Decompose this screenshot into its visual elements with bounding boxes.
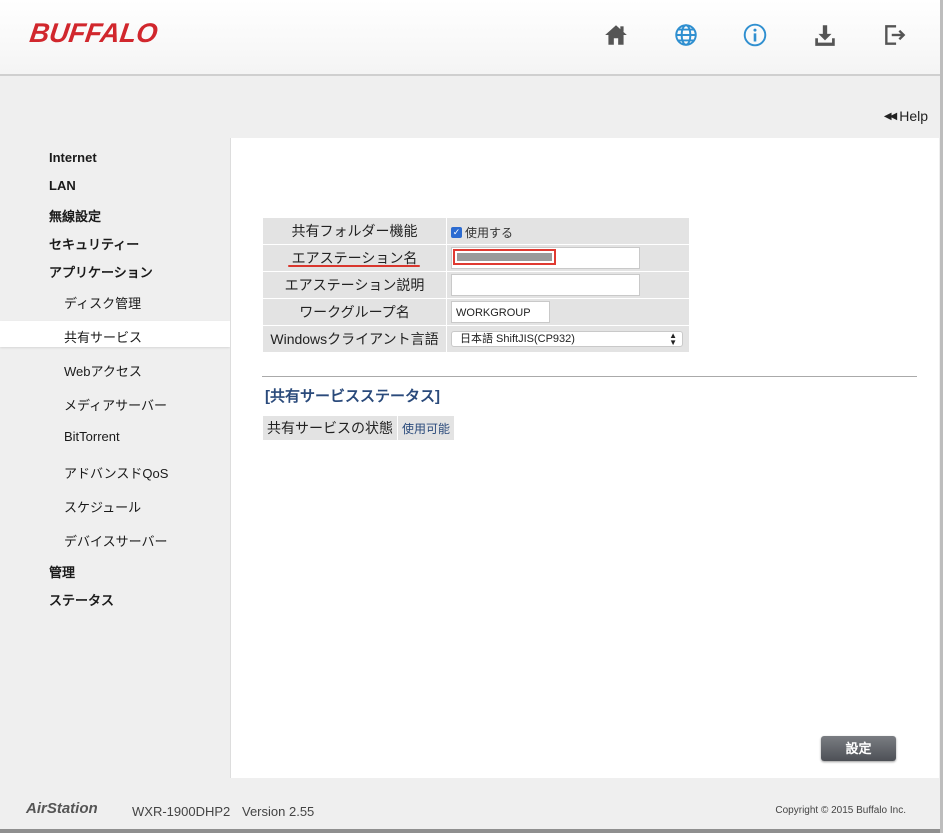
main-panel: 共有フォルダー機能 ✓ 使用する エアステーション名 エアステーション説明 ワー…: [230, 138, 939, 778]
status-section-title: [共有サービスステータス]: [265, 388, 440, 405]
form-row: ワークグループ名 WORKGROUP: [263, 299, 689, 325]
sidebar-item-device-server[interactable]: デバイスサーバー: [64, 531, 167, 550]
form-row: Windowsクライアント言語 日本語 ShiftJIS(CP932) ▲ ▼: [263, 326, 689, 352]
help-label: Help: [899, 108, 928, 124]
sidebar-item-application[interactable]: アプリケーション: [49, 262, 153, 281]
model-name: WXR-1900DHP2: [132, 804, 231, 819]
redacted-value-highlight: [453, 249, 556, 265]
windows-lang-cell: 日本語 ShiftJIS(CP932) ▲ ▼: [447, 326, 689, 352]
buffalo-logo[interactable]: BUFFALO: [28, 18, 160, 49]
form-row: エアステーション説明: [263, 272, 689, 298]
shared-folder-cell: ✓ 使用する: [447, 218, 689, 244]
windows-lang-select[interactable]: 日本語 ShiftJIS(CP932) ▲ ▼: [451, 331, 683, 347]
shared-folder-checkbox[interactable]: ✓ 使用する: [451, 224, 513, 241]
set-button[interactable]: 設定: [821, 736, 896, 761]
help-toggle[interactable]: ◀◀ Help: [884, 108, 928, 124]
workgroup-input[interactable]: WORKGROUP: [451, 301, 550, 323]
form-row: 共有フォルダー機能 ✓ 使用する: [263, 218, 689, 244]
shared-folder-label: 共有フォルダー機能: [263, 218, 446, 244]
info-icon[interactable]: [742, 22, 768, 48]
airstation-name-cell: [447, 245, 689, 271]
download-icon[interactable]: [812, 22, 838, 48]
home-icon[interactable]: [603, 22, 629, 48]
sidebar-item-wireless[interactable]: 無線設定: [49, 206, 101, 225]
header: BUFFALO: [0, 0, 943, 76]
firmware-version: Version 2.55: [242, 804, 315, 819]
red-underline-annotation: [288, 265, 420, 267]
sidebar-item-shared-service[interactable]: 共有サービス: [64, 327, 142, 346]
airstation-name-label: エアステーション名: [291, 250, 418, 266]
airstation-desc-label: エアステーション説明: [263, 272, 446, 298]
sidebar-item-disk-management[interactable]: ディスク管理: [64, 293, 141, 312]
airstation-name-label-cell: エアステーション名: [263, 245, 446, 271]
airstation-logo: AirStation: [26, 800, 98, 817]
sidebar-item-admin[interactable]: 管理: [49, 562, 75, 581]
airstation-desc-input[interactable]: [451, 274, 640, 296]
workgroup-cell: WORKGROUP: [447, 299, 689, 325]
workgroup-label: ワークグループ名: [263, 299, 446, 325]
sidebar-item-web-access[interactable]: Webアクセス: [64, 361, 142, 380]
checkbox-label: 使用する: [465, 225, 514, 240]
status-row: 共有サービスの状態 使用可能: [263, 416, 455, 440]
status-table: 共有サービスの状態 使用可能: [262, 415, 455, 441]
status-label: 共有サービスの状態: [263, 416, 397, 440]
windows-lang-label: Windowsクライアント言語: [263, 326, 446, 352]
sidebar-item-schedule[interactable]: スケジュール: [64, 497, 141, 516]
logout-icon[interactable]: [882, 22, 908, 48]
double-arrow-left-icon: ◀◀: [883, 110, 897, 122]
settings-form: 共有フォルダー機能 ✓ 使用する エアステーション名 エアステーション説明 ワー…: [262, 217, 690, 353]
footer: AirStation WXR-1900DHP2 Version 2.55 Cop…: [0, 790, 943, 833]
status-value: 使用可能: [398, 416, 455, 440]
sidebar-item-security[interactable]: セキュリティー: [49, 234, 139, 253]
form-row: エアステーション名: [263, 245, 689, 271]
sidebar-item-status[interactable]: ステータス: [49, 590, 114, 609]
section-divider: [262, 376, 917, 377]
bottom-border: [0, 829, 943, 833]
sidebar-item-lan[interactable]: LAN: [49, 178, 76, 193]
airstation-desc-cell: [447, 272, 689, 298]
globe-icon[interactable]: [673, 22, 699, 48]
sidebar-item-media-server[interactable]: メディアサーバー: [64, 395, 167, 414]
sidebar-item-bittorrent[interactable]: BitTorrent: [64, 429, 120, 444]
copyright: Copyright © 2015 Buffalo Inc.: [775, 805, 906, 816]
windows-lang-value: 日本語 ShiftJIS(CP932): [460, 333, 575, 345]
checkbox-checked-icon: ✓: [451, 226, 462, 238]
select-updown-icon: ▲ ▼: [669, 331, 677, 347]
sidebar-item-advanced-qos[interactable]: アドバンスドQoS: [64, 463, 168, 482]
sidebar-item-internet[interactable]: Internet: [49, 150, 97, 165]
